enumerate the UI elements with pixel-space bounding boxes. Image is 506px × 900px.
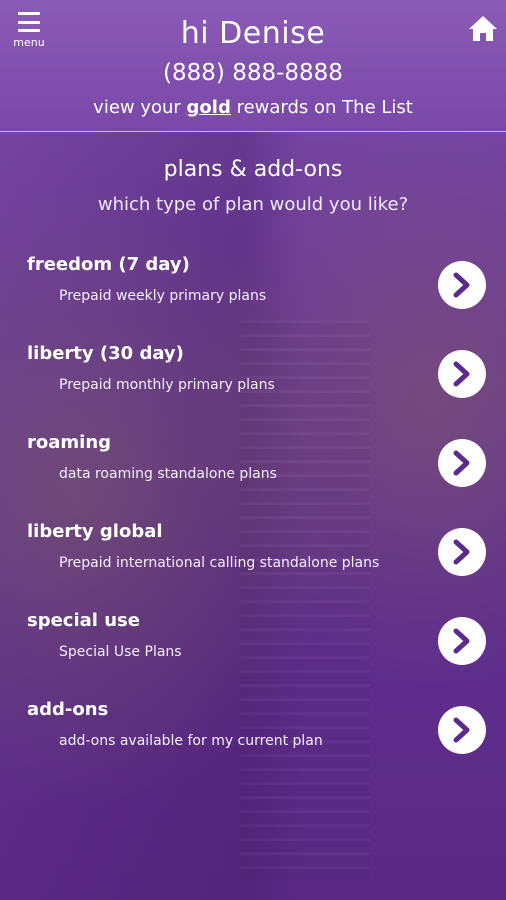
plan-name: roaming	[27, 432, 112, 453]
plan-description: Special Use Plans	[59, 644, 182, 660]
home-icon	[469, 16, 497, 41]
rewards-tier: gold	[186, 97, 231, 118]
rewards-link[interactable]: view your gold rewards on The List	[0, 97, 506, 118]
plan-item-special-use[interactable]: special use Special Use Plans	[0, 610, 506, 690]
rewards-suffix: rewards on The List	[230, 97, 413, 118]
rewards-prefix: view your	[93, 97, 187, 118]
chevron-right-icon	[453, 361, 470, 387]
plan-description: Prepaid monthly primary plans	[59, 377, 275, 393]
plan-arrow-button[interactable]	[438, 439, 486, 487]
home-button[interactable]	[468, 14, 498, 42]
greeting-title: hi Denise	[180, 16, 326, 51]
app-header: menu hi Denise (888) 888-8888 view your …	[0, 0, 506, 132]
plan-description: data roaming standalone plans	[59, 466, 277, 482]
chevron-right-icon	[453, 450, 470, 476]
chevron-right-icon	[453, 717, 470, 743]
plan-item-liberty-global[interactable]: liberty global Prepaid international cal…	[0, 521, 506, 601]
plan-arrow-button[interactable]	[438, 706, 486, 754]
plan-name: special use	[27, 610, 140, 631]
plan-arrow-button[interactable]	[438, 528, 486, 576]
phone-number: (888) 888-8888	[163, 60, 343, 86]
plan-arrow-button[interactable]	[438, 617, 486, 665]
plan-description: add-ons available for my current plan	[59, 733, 323, 749]
plan-description: Prepaid international calling standalone…	[59, 555, 380, 571]
plan-name: freedom (7 day)	[27, 254, 190, 275]
plan-name: liberty global	[27, 521, 163, 542]
section-title: plans & add-ons	[163, 157, 343, 182]
plan-description: Prepaid weekly primary plans	[59, 288, 267, 304]
plan-arrow-button[interactable]	[438, 350, 486, 398]
plan-item-freedom[interactable]: freedom (7 day) Prepaid weekly primary p…	[0, 254, 506, 334]
chevron-right-icon	[453, 539, 470, 565]
plan-name: liberty (30 day)	[27, 343, 184, 364]
plan-name: add-ons	[27, 699, 109, 720]
chevron-right-icon	[453, 628, 470, 654]
chevron-right-icon	[453, 272, 470, 298]
plan-item-roaming[interactable]: roaming data roaming standalone plans	[0, 432, 506, 512]
section-subtitle: which type of plan would you like?	[97, 194, 409, 215]
plan-item-liberty[interactable]: liberty (30 day) Prepaid monthly primary…	[0, 343, 506, 423]
plan-arrow-button[interactable]	[438, 261, 486, 309]
plan-item-add-ons[interactable]: add-ons add-ons available for my current…	[0, 699, 506, 779]
